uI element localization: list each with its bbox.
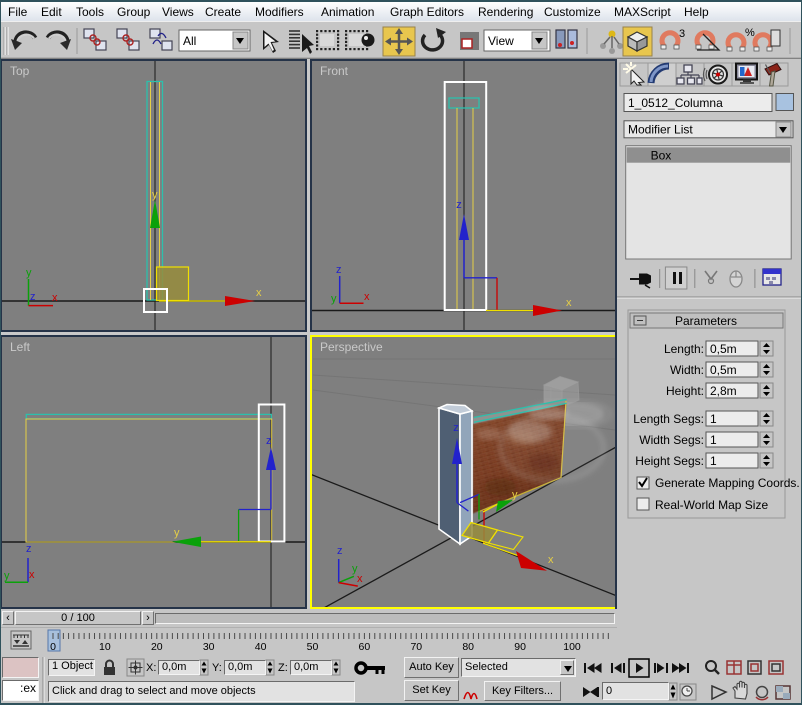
svg-text:10: 10 bbox=[99, 641, 111, 653]
svg-text:%: % bbox=[745, 27, 755, 39]
svg-text:x: x bbox=[357, 573, 363, 585]
svg-text:1_0512_Columna: 1_0512_Columna bbox=[628, 96, 723, 110]
svg-text:y: y bbox=[26, 267, 32, 279]
svg-text:3: 3 bbox=[679, 28, 685, 40]
svg-text:x: x bbox=[256, 287, 262, 299]
svg-text:1: 1 bbox=[710, 454, 717, 468]
svg-text:x: x bbox=[52, 292, 58, 304]
svg-text:0: 0 bbox=[50, 641, 56, 653]
svg-text:z: z bbox=[336, 264, 342, 276]
svg-text:y: y bbox=[174, 527, 180, 539]
svg-text:z: z bbox=[337, 545, 343, 557]
svg-text:Parameters: Parameters bbox=[675, 314, 737, 328]
svg-text:Box: Box bbox=[651, 149, 672, 163]
svg-text:y: y bbox=[331, 293, 337, 305]
svg-text:100: 100 bbox=[563, 641, 581, 653]
svg-text:1: 1 bbox=[710, 412, 717, 426]
svg-text:x: x bbox=[548, 554, 554, 566]
svg-text:0,5m: 0,5m bbox=[710, 363, 737, 377]
svg-text:y: y bbox=[152, 189, 158, 201]
svg-text:Length:: Length: bbox=[664, 342, 704, 356]
svg-text:x: x bbox=[29, 569, 35, 581]
svg-text:z: z bbox=[453, 422, 459, 434]
svg-text:z: z bbox=[266, 435, 272, 447]
svg-text:y: y bbox=[512, 489, 518, 501]
svg-text:0,5m: 0,5m bbox=[710, 342, 737, 356]
svg-text:y: y bbox=[4, 570, 10, 582]
svg-text:z: z bbox=[30, 291, 36, 303]
svg-text:Modifier List: Modifier List bbox=[628, 123, 693, 137]
svg-text:60: 60 bbox=[359, 641, 371, 653]
svg-text:View: View bbox=[488, 34, 514, 48]
svg-text:Height:: Height: bbox=[666, 384, 704, 398]
svg-text:90: 90 bbox=[514, 641, 526, 653]
svg-text:50: 50 bbox=[307, 641, 319, 653]
svg-text:Width:: Width: bbox=[670, 363, 704, 377]
svg-text:70: 70 bbox=[410, 641, 422, 653]
svg-text:z: z bbox=[26, 543, 32, 555]
svg-text:All: All bbox=[183, 34, 196, 48]
svg-text:Generate Mapping Coords.: Generate Mapping Coords. bbox=[655, 476, 800, 490]
svg-text:x: x bbox=[364, 291, 370, 303]
svg-text:Height Segs:: Height Segs: bbox=[635, 454, 704, 468]
svg-text:80: 80 bbox=[462, 641, 474, 653]
svg-text:30: 30 bbox=[203, 641, 215, 653]
svg-text:x: x bbox=[566, 297, 572, 309]
svg-text:1: 1 bbox=[710, 433, 717, 447]
svg-text:z: z bbox=[456, 199, 462, 211]
svg-text:40: 40 bbox=[255, 641, 267, 653]
svg-text:2,8m: 2,8m bbox=[710, 384, 737, 398]
svg-text:20: 20 bbox=[151, 641, 163, 653]
svg-text:Length Segs:: Length Segs: bbox=[633, 412, 704, 426]
svg-text:Real-World Map Size: Real-World Map Size bbox=[655, 498, 768, 512]
svg-text:Width Segs:: Width Segs: bbox=[639, 433, 704, 447]
